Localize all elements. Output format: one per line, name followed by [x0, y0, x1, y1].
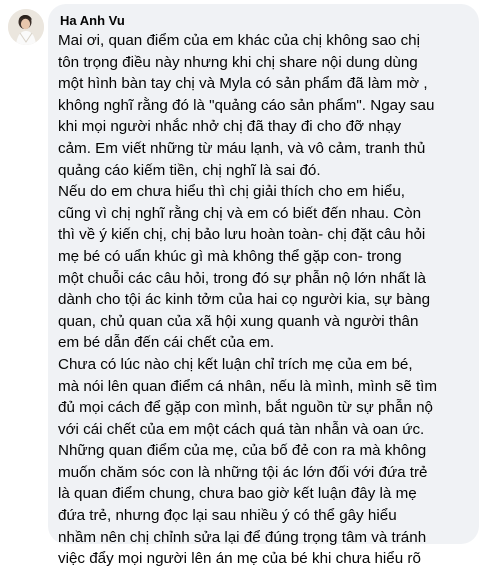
comment-text-line: em bé dẫn đến cái chết của em.	[58, 334, 275, 352]
comment-text-line: quan, chủ quan của xã hội xung quanh và …	[58, 312, 419, 330]
comment-text-line: quảng cáo kiếm tiền, chị nghĩ là sai đó.	[58, 161, 321, 179]
comment-paragraph: Nếu do em chưa hiểu thì chị giải thích c…	[58, 181, 469, 354]
comment-bubble: Ha Anh Vu Mai ơi, quan điểm của em khác …	[48, 4, 479, 567]
comment-paragraph: Chưa có lúc nào chị kết luận chỉ trích m…	[58, 354, 469, 570]
comment-text-line: tôn trọng điều này nhưng khi chị share n…	[58, 53, 418, 71]
comment-text-line: dành cho tội ác kinh tởm của hai cọ ngườ…	[58, 291, 431, 309]
comment-text-line: Nếu do em chưa hiểu thì chị giải thích c…	[58, 183, 406, 201]
comment-text-line: cảm. Em viết những từ máu lạnh, và vô cả…	[58, 139, 426, 157]
comment-text-line: thì về ý kiến chị, chị bảo lưu hoàn toàn…	[58, 226, 426, 244]
comment-text-line: nhầm nên chị chỉnh sửa lại để đúng trọng…	[58, 528, 427, 546]
comment-text-line: cũng vì chị nghĩ rằng chị và em có biết …	[58, 204, 422, 222]
comment-text-line: một hình bàn tay chị và Myla có sản phẩm…	[58, 75, 428, 93]
comment-text-line: Mai ơi, quan điểm của em khác của chị kh…	[58, 32, 420, 49]
comment-text-line: mà nói lên quan điểm cá nhân, nếu là mìn…	[58, 377, 438, 395]
comment-text-line: không nghĩ rằng đó là "quảng cáo sản phẩ…	[58, 96, 435, 114]
comment-text-line: với cái chết của em một cách quá tàn nhẫ…	[58, 420, 425, 438]
comment-text-line: Chưa có lúc nào chị kết luận chỉ trích m…	[58, 355, 413, 373]
comment-text-line: một chuỗi các câu hỏi, trong đó sự phẫn …	[58, 269, 426, 287]
comment-text-line: là quan điểm chung, chưa bao giờ kết luậ…	[58, 485, 417, 503]
comment-text-line: muốn chăm sóc con là những tội ác lớn đố…	[58, 463, 428, 481]
comment-text-line: khi mọi người nhắc nhở chị đã thay đi ch…	[58, 118, 402, 136]
comment-row: Ha Anh Vu Mai ơi, quan điểm của em khác …	[0, 0, 485, 567]
comment-author-name[interactable]: Ha Anh Vu	[60, 12, 469, 29]
comment-text-line: đủ mọi cách để gặp con mình, bắt nguồn t…	[58, 399, 433, 417]
comment-body: Mai ơi, quan điểm của em khác của chị kh…	[58, 30, 469, 570]
comment-text-line: việc đẩy mọi người lên án mẹ của bé khi …	[58, 550, 421, 568]
comment-paragraph: Mai ơi, quan điểm của em khác của chị kh…	[58, 30, 469, 181]
comment-text-line: đứa trẻ, nhưng đọc lại sau nhiều ý có th…	[58, 507, 397, 525]
comment-text-line: Những quan điểm của mẹ, của bố đẻ con ra…	[58, 442, 427, 460]
avatar-photo-icon	[8, 9, 44, 45]
avatar[interactable]	[8, 9, 44, 45]
comment-text-line: mẹ bé có uẩn khúc gì mà không thể gặp co…	[58, 247, 402, 265]
